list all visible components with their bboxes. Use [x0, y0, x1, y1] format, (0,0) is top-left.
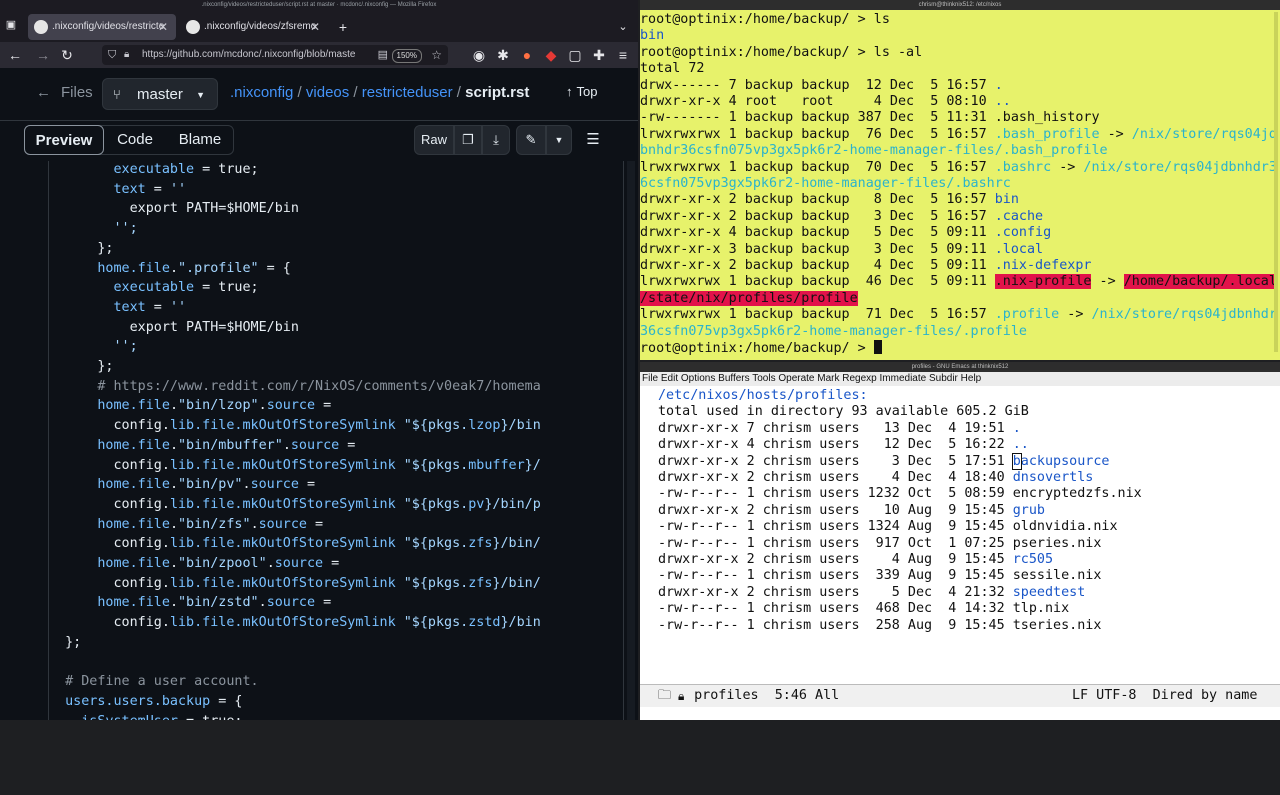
breadcrumb-restricteduser[interactable]: restricteduser — [362, 84, 453, 101]
url-bar[interactable]: ⛉ 🔒︎ https://github.com/mcdonc/.nixconfi… — [102, 45, 448, 65]
tab-script-rst[interactable]: .nixconfig/videos/restricte ✕ — [28, 14, 176, 40]
reload-icon[interactable]: ↻ — [58, 46, 76, 64]
github-icon — [34, 20, 48, 34]
files-label: Files — [61, 84, 93, 101]
tab-label: .nixconfig/videos/zfsremo — [204, 21, 317, 32]
window-title: .nixconfig/videos/restricteduser/script.… — [0, 0, 638, 10]
terminal-window[interactable]: root@optinix:/home/backup/ > ls bin root… — [640, 10, 1280, 360]
caret-down-icon[interactable]: ▼ — [546, 125, 572, 155]
zoom-level[interactable]: 150% — [391, 49, 422, 63]
breadcrumb-repo[interactable]: .nixconfig — [230, 84, 293, 101]
folder-icon: 🗀︎ — [658, 688, 672, 703]
branch-selector[interactable]: ⑂ master ▼ — [102, 78, 218, 110]
git-branch-icon: ⑂ — [113, 87, 121, 102]
forward-icon[interactable]: → — [34, 46, 52, 64]
file-header: ← Files ⑂ master ▼ .nixconfig / videos / … — [0, 68, 638, 121]
arrow-up-icon: ↑ — [566, 84, 573, 99]
extension-icon[interactable]: ✱ — [494, 46, 512, 64]
file-toolbar: Preview Code Blame Raw ❐ ⤓ ✎ ▼ ☰ — [0, 121, 638, 161]
menu-icon[interactable]: ≡ — [614, 46, 632, 64]
top-button[interactable]: ↑ Top — [566, 84, 597, 99]
emacs-modeline: 🗀︎ 🔒︎ profiles 5:46 All LF UTF-8 Dired b… — [640, 684, 1280, 707]
emacs-menubar[interactable]: File Edit Options Buffers Tools Operate … — [640, 372, 1280, 386]
new-tab-icon[interactable]: + — [334, 18, 352, 36]
pocket-icon[interactable]: ▢ — [566, 46, 584, 64]
extensions-puzzle-icon[interactable]: ✚ — [590, 46, 608, 64]
tab-label: .nixconfig/videos/restricte — [52, 21, 165, 32]
tab-zfsremote[interactable]: .nixconfig/videos/zfsremo ✕ — [180, 14, 328, 40]
extension-icon[interactable]: ◆ — [542, 46, 560, 64]
lock-icon: 🔒︎ — [124, 49, 130, 60]
breadcrumb-videos[interactable]: videos — [306, 84, 349, 101]
tab-preview[interactable]: Preview — [24, 125, 104, 155]
scrollbar[interactable] — [1274, 12, 1278, 352]
dired-buffer[interactable]: /etc/nixos/hosts/profiles: total used in… — [640, 386, 1280, 684]
breadcrumb-file: script.rst — [465, 84, 530, 101]
arrow-left-icon: ← — [36, 84, 51, 101]
tab-strip: ▣ .nixconfig/videos/restricte ✕ .nixconf… — [0, 10, 638, 42]
extension-icon[interactable]: ● — [518, 46, 536, 64]
code-block: executable = true; text = '' export PATH… — [48, 161, 624, 720]
scrollbar[interactable] — [627, 161, 635, 720]
extension-icon[interactable]: ◉ — [470, 46, 488, 64]
caret-down-icon: ▼ — [196, 90, 205, 100]
bookmark-star-icon[interactable]: ☆ — [431, 45, 442, 65]
edit-pencil-icon[interactable]: ✎ — [516, 125, 546, 155]
shield-icon: ⛉ — [108, 49, 117, 61]
tab-list-icon[interactable]: ⌄ — [614, 18, 632, 36]
tab-code[interactable]: Code — [106, 125, 164, 155]
terminal-cursor — [873, 340, 882, 354]
outline-list-icon[interactable]: ☰ — [580, 125, 606, 155]
url-text: https://github.com/mcdonc/.nixconfig/blo… — [142, 49, 356, 60]
tab-overview-icon[interactable]: ▣ — [2, 16, 20, 34]
download-icon[interactable]: ⤓ — [482, 125, 510, 155]
breadcrumb: .nixconfig / videos / restricteduser / s… — [230, 84, 530, 101]
emacs-echo-area[interactable] — [640, 707, 1280, 720]
close-icon[interactable]: ✕ — [158, 14, 168, 40]
github-icon — [186, 20, 200, 34]
navigation-bar: ← → ↻ ⛉ 🔒︎ https://github.com/mcdonc/.ni… — [0, 42, 638, 68]
reader-view-icon[interactable]: ▤ — [378, 45, 388, 65]
file-content: executable = true; text = '' export PATH… — [0, 161, 638, 720]
files-toggle[interactable]: ← Files — [36, 84, 93, 101]
terminal-title: chrism@thinknix512: /etc/nixos — [640, 0, 1280, 10]
branch-name: master — [137, 86, 183, 103]
back-icon[interactable]: ← — [6, 46, 24, 64]
raw-button[interactable]: Raw — [414, 125, 454, 155]
emacs-title: profiles - GNU Emacs at thinknix512 — [640, 362, 1280, 372]
firefox-window: .nixconfig/videos/restricteduser/script.… — [0, 0, 638, 720]
tab-blame[interactable]: Blame — [166, 125, 234, 155]
close-icon[interactable]: ✕ — [310, 14, 320, 40]
copy-icon[interactable]: ❐ — [454, 125, 482, 155]
